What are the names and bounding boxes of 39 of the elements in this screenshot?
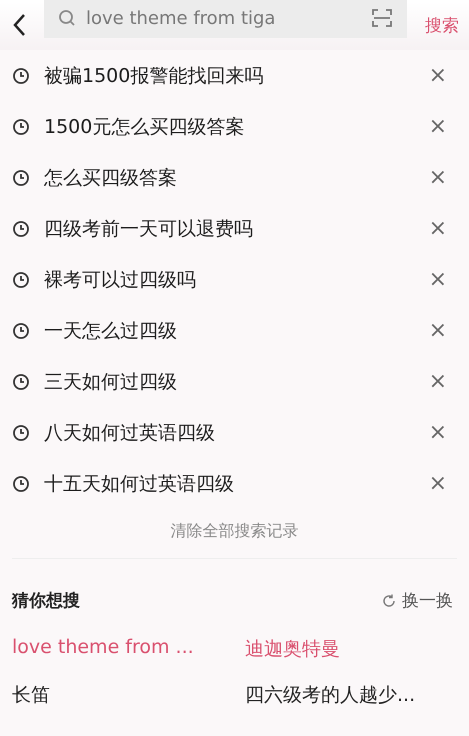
delete-button[interactable]: × <box>428 216 447 241</box>
delete-button[interactable]: × <box>428 165 447 190</box>
suggestion-item[interactable]: 四六级考的人越少... <box>245 682 457 708</box>
clock-icon <box>12 424 30 442</box>
delete-button[interactable]: × <box>428 369 447 394</box>
section-title: 猜你想搜 <box>12 590 80 612</box>
suggestion-item[interactable]: 长笛 <box>12 682 245 708</box>
history-item[interactable]: 十五天如何过英语四级 <box>44 470 415 496</box>
clock-icon <box>12 168 30 186</box>
clock-icon <box>12 474 30 492</box>
clock-icon <box>12 372 30 390</box>
delete-button[interactable]: × <box>428 114 447 139</box>
delete-button[interactable]: × <box>428 420 447 445</box>
clock-icon <box>12 270 30 288</box>
history-item[interactable]: 裸考可以过四级吗 <box>44 266 415 292</box>
clock-icon <box>12 220 30 238</box>
clear-history-button[interactable]: 清除全部搜索记录 <box>170 521 298 542</box>
history-item[interactable]: 四级考前一天可以退费吗 <box>44 216 415 242</box>
delete-button[interactable]: × <box>428 63 447 88</box>
suggestion-item[interactable]: love theme from ... <box>12 636 245 662</box>
clock-icon <box>12 66 30 84</box>
clock-icon <box>12 118 30 136</box>
delete-button[interactable]: × <box>428 318 447 343</box>
delete-button[interactable]: × <box>428 471 447 496</box>
delete-button[interactable]: × <box>428 267 447 292</box>
history-item[interactable]: 一天怎么过四级 <box>44 318 415 344</box>
scan-icon[interactable] <box>371 8 393 28</box>
history-item[interactable]: 三天如何过四级 <box>44 368 415 394</box>
suggestion-item[interactable]: 迪迦奥特曼 <box>245 636 457 662</box>
search-button[interactable]: 搜索 <box>425 14 459 36</box>
history-item[interactable]: 1500元怎么买四级答案 <box>44 114 415 140</box>
history-item[interactable]: 八天如何过英语四级 <box>44 420 415 446</box>
refresh-button[interactable]: 换一换 <box>382 589 453 612</box>
history-item[interactable]: 被骗1500报警能找回来吗 <box>44 62 415 88</box>
clock-icon <box>12 322 30 340</box>
search-field[interactable]: love theme from tiga <box>44 0 407 38</box>
back-icon[interactable] <box>12 13 26 37</box>
history-item[interactable]: 怎么买四级答案 <box>44 164 415 190</box>
refresh-icon <box>382 594 396 608</box>
